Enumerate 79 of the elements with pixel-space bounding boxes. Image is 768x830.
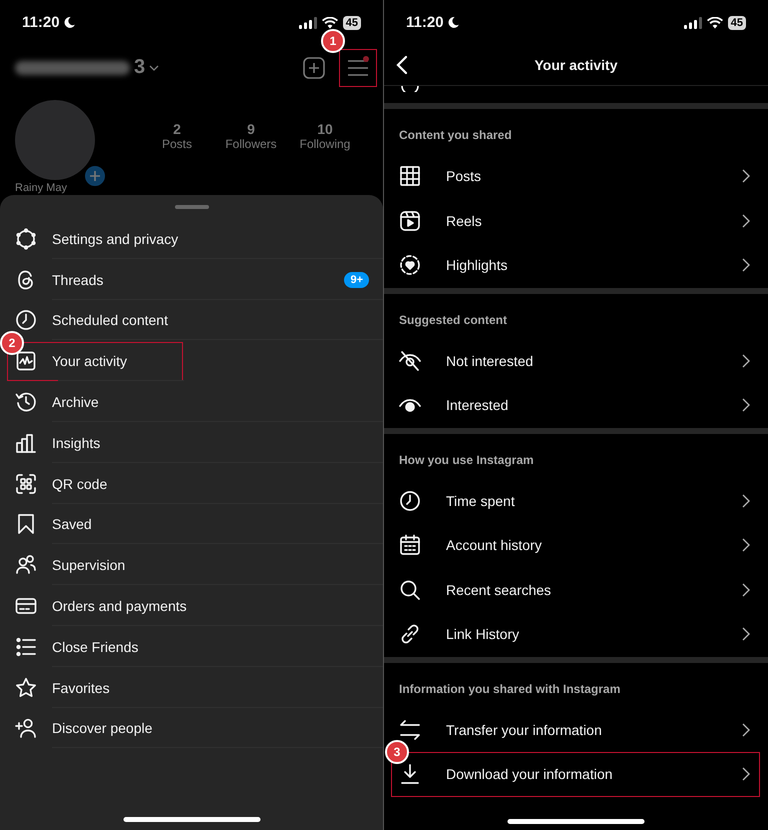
chevron-right-icon	[742, 169, 750, 184]
chevron-right-icon	[742, 627, 750, 642]
gear-icon	[14, 226, 38, 251]
section-heading: Suggested content	[398, 312, 508, 328]
qr-code-icon	[14, 472, 38, 496]
list-item[interactable]: Reels	[384, 198, 768, 243]
step-marker: 3	[385, 740, 409, 764]
chevron-right-icon	[742, 582, 750, 597]
page-title: Your activity	[534, 57, 618, 73]
list-item[interactable]: Highlights	[384, 243, 768, 288]
list-item[interactable]: Account history	[384, 523, 768, 568]
list-item[interactable]: Not interested	[384, 338, 768, 383]
stat-value: 9	[247, 121, 255, 137]
list-item[interactable]: Interested	[384, 383, 768, 428]
add-story-icon[interactable]	[83, 164, 107, 188]
search-icon	[398, 578, 422, 602]
signal-icon	[684, 16, 702, 28]
display-name: Rainy May	[14, 181, 68, 194]
wifi-icon	[706, 16, 723, 28]
chevron-right-icon	[742, 214, 750, 228]
chevron-down-icon	[149, 64, 160, 70]
clock-time: 11:20	[22, 14, 60, 31]
wifi-icon	[322, 16, 338, 28]
menu-item[interactable]: Insights	[0, 422, 383, 464]
chevron-right-icon	[742, 767, 750, 782]
star-icon	[14, 676, 38, 700]
menu-icon[interactable]	[339, 48, 377, 86]
menu-item[interactable]: Favorites	[0, 668, 383, 709]
menu-item[interactable]: Saved	[0, 504, 383, 546]
stat-value: 10	[317, 121, 333, 137]
moon-icon	[446, 16, 460, 29]
menu-item[interactable]: QR code	[0, 464, 383, 505]
back-icon[interactable]	[396, 55, 408, 75]
stat-label: Followers	[225, 137, 277, 151]
chevron-right-icon	[742, 722, 750, 737]
play-icon	[398, 208, 422, 233]
stat-label: Posts	[162, 137, 192, 151]
history-icon	[14, 390, 38, 414]
add-icon[interactable]	[303, 56, 325, 78]
list-item[interactable]: Posts	[384, 154, 768, 198]
chevron-right-icon	[742, 354, 750, 368]
section-heading: Content you shared	[398, 127, 513, 144]
section-heading: Information you shared with Instagram	[398, 680, 622, 698]
menu-item[interactable]: Orders and payments	[0, 586, 383, 627]
eye-slash-icon	[398, 348, 422, 373]
menu-item[interactable]: Settings and privacy	[0, 219, 383, 260]
clock-icon	[398, 488, 422, 513]
battery-level: 45	[342, 16, 361, 30]
chevron-right-icon	[742, 494, 750, 508]
grid-icon	[398, 164, 422, 188]
chevron-right-icon	[742, 398, 750, 412]
menu-item[interactable]: Close Friends	[0, 626, 383, 668]
menu-item[interactable]: Discover people	[0, 708, 383, 750]
list-item[interactable]: Recent searches	[384, 568, 768, 612]
list-item[interactable]: Time spent	[384, 478, 768, 523]
stat-label: Following	[300, 137, 350, 151]
clock-icon	[14, 308, 38, 332]
add-person-icon	[14, 716, 38, 740]
activity-icon	[14, 349, 38, 374]
menu-item[interactable]: Threads 9+	[0, 260, 383, 301]
signal-icon	[298, 16, 317, 28]
username: 3	[134, 56, 146, 79]
step-marker: 2	[0, 331, 24, 356]
calendar-icon	[398, 533, 422, 558]
list-item[interactable]: Link History	[384, 612, 768, 656]
moon-icon	[62, 16, 76, 29]
battery-level: 45	[728, 16, 746, 30]
section-heading: How you use Instagram	[398, 452, 535, 468]
arrows-icon	[398, 718, 422, 742]
menu-item[interactable]: Supervision	[0, 545, 383, 586]
chevron-right-icon	[742, 258, 750, 272]
sheet-handle[interactable]	[174, 205, 208, 209]
chevron-right-icon	[742, 538, 750, 552]
clock-time: 11:20	[406, 14, 444, 31]
count-badge: 9+	[344, 272, 369, 288]
step-marker: 1	[321, 28, 345, 52]
download-icon	[398, 762, 422, 786]
menu-item[interactable]: Archive	[0, 382, 383, 423]
stat-value: 2	[173, 121, 181, 137]
